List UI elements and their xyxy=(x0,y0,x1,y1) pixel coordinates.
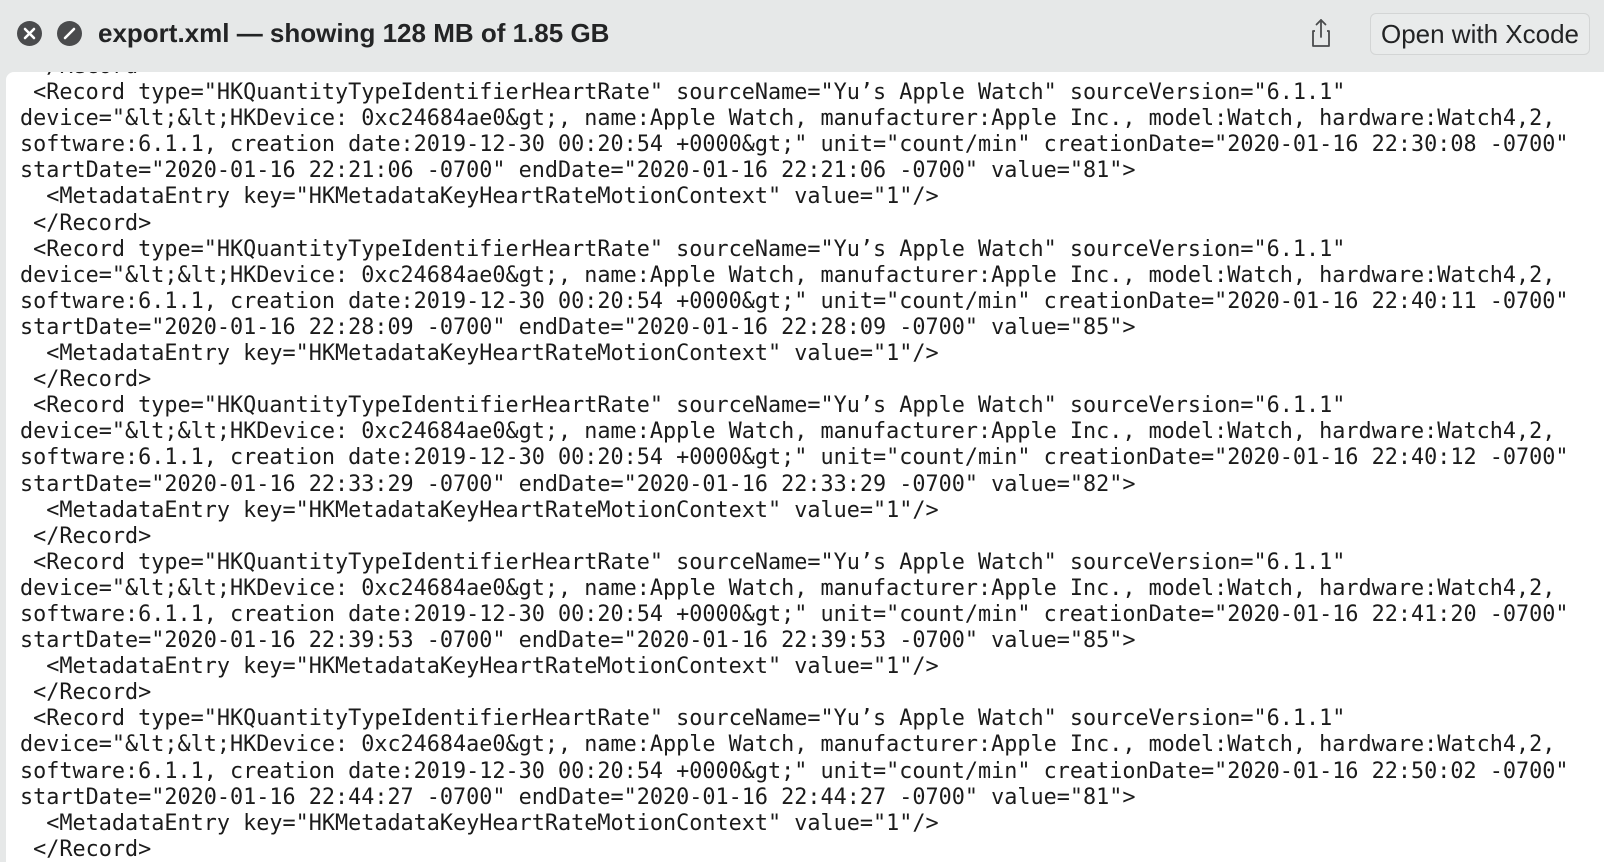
open-with-xcode-button[interactable]: Open with Xcode xyxy=(1370,13,1590,55)
code-line: <Record type="HKQuantityTypeIdentifierHe… xyxy=(20,80,1346,106)
code-line: <MetadataEntry key="HKMetadataKeyHeartRa… xyxy=(20,497,939,523)
share-icon xyxy=(1312,19,1330,47)
code-line: software:6.1.1, creation date:2019-12-30… xyxy=(20,758,1569,784)
code-line: device="&lt;&lt;HKDevice: 0xc24684ae0&gt… xyxy=(20,262,1556,288)
code-line: </Record> xyxy=(20,836,152,862)
code-line: startDate="2020-01-16 22:21:06 -0700" en… xyxy=(20,158,1136,184)
close-button[interactable] xyxy=(17,21,42,46)
code-line: </Record> xyxy=(20,367,152,393)
code-line: <Record type="HKQuantityTypeIdentifierHe… xyxy=(20,236,1346,262)
code-line: startDate="2020-01-16 22:39:53 -0700" en… xyxy=(20,628,1136,654)
code-line: <MetadataEntry key="HKMetadataKeyHeartRa… xyxy=(20,810,939,836)
code-line: <MetadataEntry key="HKMetadataKeyHeartRa… xyxy=(20,654,939,680)
code-line: </Record> xyxy=(20,523,152,549)
minimize-icon xyxy=(63,27,76,40)
code-line: software:6.1.1, creation date:2019-12-30… xyxy=(20,445,1569,471)
file-preview-area[interactable]: </Record> <Record type="HKQuantityTypeId… xyxy=(6,72,1604,862)
code-line: software:6.1.1, creation date:2019-12-30… xyxy=(20,132,1569,158)
minimize-button[interactable] xyxy=(57,21,82,46)
code-line: device="&lt;&lt;HKDevice: 0xc24684ae0&gt… xyxy=(20,106,1556,132)
xml-code-view: </Record> <Record type="HKQuantityTypeId… xyxy=(20,72,1569,862)
code-line: <Record type="HKQuantityTypeIdentifierHe… xyxy=(20,393,1346,419)
code-line: </Record> xyxy=(20,680,152,706)
code-line: <MetadataEntry key="HKMetadataKeyHeartRa… xyxy=(20,341,939,367)
code-line: </Record> xyxy=(20,210,152,236)
code-line: startDate="2020-01-16 22:28:09 -0700" en… xyxy=(20,314,1136,340)
code-line: <Record type="HKQuantityTypeIdentifierHe… xyxy=(20,549,1346,575)
share-button[interactable] xyxy=(1301,14,1341,54)
code-line: device="&lt;&lt;HKDevice: 0xc24684ae0&gt… xyxy=(20,419,1556,445)
close-icon xyxy=(23,27,36,40)
window-title: export.xml — showing 128 MB of 1.85 GB xyxy=(98,18,610,48)
code-line: </Record> xyxy=(20,72,1569,80)
code-line: software:6.1.1, creation date:2019-12-30… xyxy=(20,601,1569,627)
code-line: <MetadataEntry key="HKMetadataKeyHeartRa… xyxy=(20,184,939,210)
code-line: startDate="2020-01-16 22:44:27 -0700" en… xyxy=(20,784,1136,810)
code-line: <Record type="HKQuantityTypeIdentifierHe… xyxy=(20,706,1346,732)
code-line: device="&lt;&lt;HKDevice: 0xc24684ae0&gt… xyxy=(20,575,1556,601)
code-line: startDate="2020-01-16 22:33:29 -0700" en… xyxy=(20,471,1136,497)
title-bar: export.xml — showing 128 MB of 1.85 GB O… xyxy=(0,0,1604,70)
code-line: software:6.1.1, creation date:2019-12-30… xyxy=(20,288,1569,314)
code-line: device="&lt;&lt;HKDevice: 0xc24684ae0&gt… xyxy=(20,732,1556,758)
